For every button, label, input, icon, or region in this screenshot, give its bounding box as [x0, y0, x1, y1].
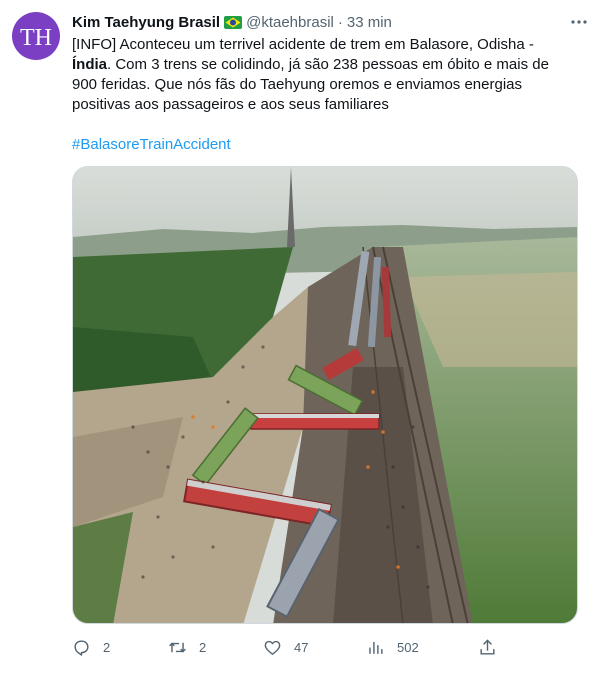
- like-button[interactable]: 47: [263, 636, 308, 658]
- avatar[interactable]: TH: [12, 12, 60, 60]
- retweet-count: 2: [199, 639, 207, 655]
- like-count: 47: [294, 639, 309, 655]
- views-button[interactable]: 502: [366, 636, 419, 658]
- tweet-text-line: positivas aos passageiros e aos seus fam…: [72, 96, 389, 113]
- tweet-text-line: 900 feridas. Que nós fãs do Taehyung ore…: [72, 76, 522, 93]
- view-count: 502: [397, 639, 419, 655]
- tweet-text: [INFO] Aconteceu um terrivel acidente de…: [72, 35, 572, 115]
- display-name[interactable]: Kim Taehyung Brasil: [72, 14, 220, 31]
- bold-word: Índia: [72, 56, 108, 73]
- more-icon[interactable]: [569, 12, 589, 32]
- reply-button[interactable]: 2: [72, 636, 110, 658]
- retweet-icon: [169, 642, 186, 652]
- tweet-text-segment: . Com 3 trens se colidindo, já são 238 p…: [107, 56, 549, 73]
- tweet-text-line: Índia. Com 3 trens se colidindo, já são …: [72, 55, 572, 75]
- brazil-flag-icon: [224, 15, 243, 29]
- reply-count: 2: [103, 639, 111, 655]
- tweet-text-line: [INFO] Aconteceu um terrivel acidente de…: [72, 36, 534, 53]
- train-accident-photo: [73, 167, 577, 623]
- share-icon: [480, 638, 495, 655]
- share-button[interactable]: [478, 636, 497, 658]
- tweet[interactable]: TH Kim Taehyung Brasil @ktaehbrasil · 33…: [0, 0, 609, 675]
- retweet-button[interactable]: 2: [168, 636, 206, 658]
- hashtag-link[interactable]: #BalasoreTrainAccident: [72, 135, 231, 155]
- views-icon: [369, 641, 383, 654]
- avatar-logo-icon: TH: [20, 25, 52, 51]
- action-bar: 2 2 47 502: [72, 636, 500, 658]
- tweet-media-image[interactable]: [72, 166, 578, 624]
- reply-icon: [74, 639, 89, 656]
- handle[interactable]: @ktaehbrasil: [246, 14, 334, 31]
- separator-dot: ·: [337, 13, 343, 31]
- svg-text:TH: TH: [20, 25, 52, 51]
- heart-icon: [264, 640, 281, 655]
- timestamp[interactable]: 33 min: [347, 14, 392, 31]
- tweet-header: Kim Taehyung Brasil @ktaehbrasil · 33 mi…: [72, 12, 589, 32]
